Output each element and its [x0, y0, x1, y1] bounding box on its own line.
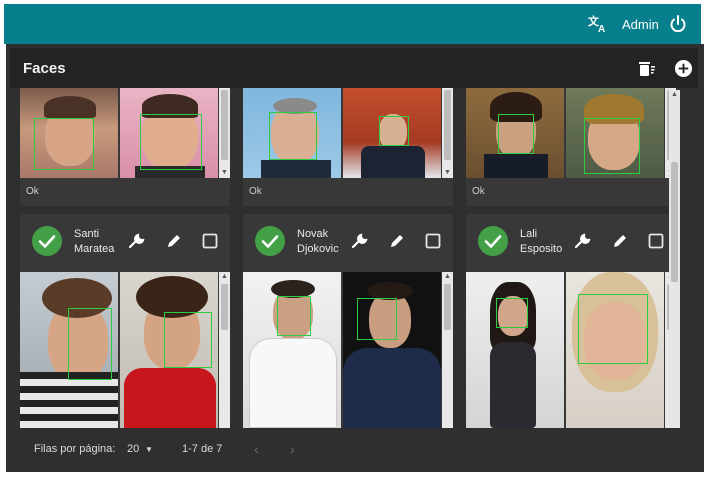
face-photo [20, 88, 118, 178]
check-icon [261, 235, 279, 248]
photo-strip [20, 272, 218, 428]
faces-panel: Faces ▼ Ok ▼ Ok Ok Santi Maratea ▲ Novak… [6, 44, 704, 472]
card-status: Ok [249, 186, 262, 197]
face-detection-box [269, 112, 317, 160]
card-scrollbar[interactable]: ▼ [442, 88, 453, 178]
edit-icon[interactable] [388, 232, 406, 250]
page-title: Faces [23, 60, 66, 77]
select-checkbox[interactable] [201, 232, 219, 250]
edit-icon[interactable] [611, 232, 629, 250]
person-last-name: Maratea [74, 243, 115, 255]
face-detection-box [277, 296, 311, 336]
rows-per-page-select[interactable]: 20 [127, 443, 139, 455]
delete-filter-icon[interactable] [638, 60, 656, 78]
person-first-name: Novak [297, 228, 329, 240]
person-last-name: Djokovic [297, 243, 339, 255]
svg-text:A: A [598, 24, 605, 34]
wrench-icon[interactable] [574, 232, 592, 250]
face-detection-box [379, 116, 409, 146]
translate-icon[interactable]: 文 A [587, 14, 609, 34]
user-name[interactable]: Admin [622, 17, 659, 32]
photo-strip [20, 88, 218, 178]
verified-status [255, 226, 285, 256]
person-last-name: Esposito [520, 243, 563, 255]
face-detection-box [164, 312, 212, 368]
edit-icon[interactable] [165, 232, 183, 250]
face-photo [120, 88, 218, 178]
panel-header: Faces [10, 48, 698, 88]
add-circle-icon[interactable] [674, 59, 693, 78]
pagination-range: 1-7 de 7 [182, 443, 223, 455]
face-photo [20, 272, 118, 428]
chevron-left-icon[interactable]: ‹ [254, 441, 259, 457]
grid-scrollbar-thumb[interactable] [671, 162, 678, 282]
face-card[interactable]: ▼ Ok [243, 88, 453, 206]
face-detection-box [584, 118, 640, 174]
grid-scrollbar[interactable]: ▲ [669, 90, 680, 428]
face-detection-box [140, 114, 202, 170]
faces-grid: ▼ Ok ▼ Ok Ok Santi Maratea ▲ Novak Djoko… [10, 88, 698, 428]
person-first-name: Santi [74, 228, 100, 240]
face-photo [466, 88, 564, 178]
card-scrollbar[interactable]: ▲ [442, 272, 453, 428]
wrench-icon[interactable] [351, 232, 369, 250]
photo-strip [466, 88, 664, 178]
select-checkbox[interactable] [647, 232, 665, 250]
face-photo [566, 88, 664, 178]
wrench-icon[interactable] [128, 232, 146, 250]
rows-per-page-label: Filas por página: [34, 443, 116, 455]
caret-down-icon[interactable]: ▼ [145, 445, 153, 454]
face-detection-box [578, 294, 648, 364]
face-card[interactable]: ▼ Ok [466, 88, 676, 206]
card-status: Ok [26, 186, 39, 197]
check-icon [484, 235, 502, 248]
card-scrollbar[interactable]: ▲ [219, 272, 230, 428]
power-icon[interactable] [668, 14, 688, 34]
face-detection-box [68, 308, 112, 380]
photo-strip [243, 272, 441, 428]
face-photo [566, 272, 664, 428]
card-scrollbar[interactable]: ▼ [219, 88, 230, 178]
check-icon [38, 235, 56, 248]
face-photo [120, 272, 218, 428]
select-checkbox[interactable] [424, 232, 442, 250]
face-detection-box [357, 298, 397, 340]
face-card-lali-esposito[interactable]: Lali Esposito ▲ [466, 214, 676, 428]
app-topbar: 文 A Admin [4, 4, 701, 44]
face-photo [466, 272, 564, 428]
face-photo [243, 88, 341, 178]
person-first-name: Lali [520, 228, 538, 240]
photo-strip [243, 88, 441, 178]
face-card-santi-maratea[interactable]: Santi Maratea ▲ [20, 214, 230, 428]
face-photo [343, 272, 441, 428]
face-detection-box [34, 118, 94, 170]
face-card-novak-djokovic[interactable]: Novak Djokovic ▲ [243, 214, 453, 428]
face-detection-box [498, 114, 534, 154]
card-status: Ok [472, 186, 485, 197]
photo-strip [466, 272, 664, 428]
verified-status [32, 226, 62, 256]
pagination-bar: Filas por página: 20 ▼ 1-7 de 7 ‹ › [10, 428, 698, 468]
face-card[interactable]: ▼ Ok [20, 88, 230, 206]
face-detection-box [496, 298, 528, 328]
chevron-right-icon[interactable]: › [290, 441, 295, 457]
face-photo [343, 88, 441, 178]
verified-status [478, 226, 508, 256]
face-photo [243, 272, 341, 428]
